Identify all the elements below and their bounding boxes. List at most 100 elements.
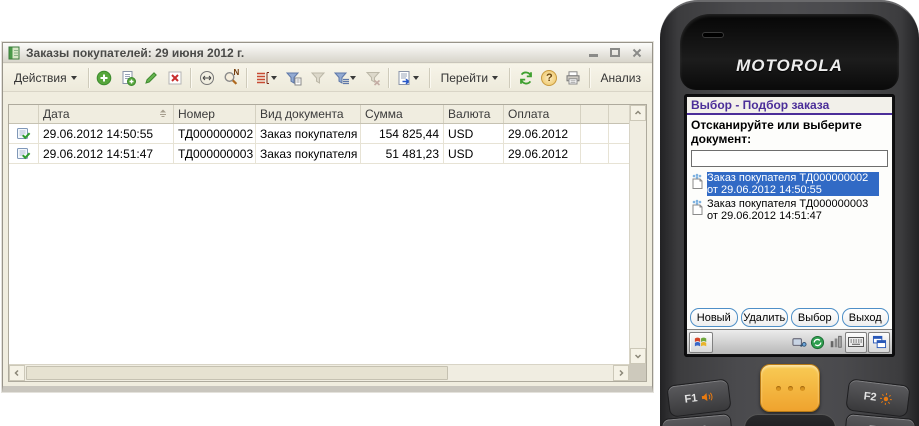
window-titlebar: Заказы покупателей: 29 июня 2012 г. [3, 43, 652, 63]
edit-button[interactable] [140, 67, 161, 89]
select-button[interactable]: Выбор [791, 308, 839, 327]
activesync-icon[interactable] [809, 334, 826, 351]
windows-stack-icon [872, 335, 887, 349]
clear-filter-button-disabled[interactable] [362, 67, 383, 89]
window-title: Заказы покупателей: 29 июня 2012 г. [26, 46, 581, 60]
column-header-payment[interactable]: Оплата [504, 105, 581, 123]
printer-icon [565, 70, 581, 86]
keyboard-icon [848, 336, 864, 348]
toolbar-separator [388, 68, 389, 88]
list-item-order[interactable]: Заказ покупателя ТД000000002 от 29.06.20… [687, 171, 892, 197]
scroll-up-icon[interactable] [630, 105, 646, 121]
delete-button[interactable]: Удалить [741, 308, 789, 327]
column-header-number[interactable]: Номер [174, 105, 256, 123]
table-row[interactable]: 29.06.2012 14:50:55 ТД000000002 Заказ по… [9, 124, 629, 144]
scan-button[interactable] [760, 364, 820, 412]
toolbar-separator [246, 68, 247, 88]
scroll-left-icon[interactable] [9, 365, 25, 381]
toolbar: Действия N [3, 64, 652, 92]
screen-title: Выбор - Подбор заказа [687, 97, 892, 115]
copy-icon [120, 70, 136, 86]
find-by-number-button[interactable]: N [220, 67, 241, 89]
key-action-center[interactable] [744, 414, 836, 426]
set-filter-button[interactable] [284, 67, 305, 89]
column-header-sum[interactable]: Сумма [361, 105, 444, 123]
output-list-icon [397, 70, 413, 86]
delete-button[interactable] [164, 67, 185, 89]
cell-date: 29.06.2012 14:50:55 [39, 124, 174, 143]
sync-status-icon[interactable] [791, 334, 808, 351]
copy-button[interactable] [117, 67, 138, 89]
horizontal-scrollbar[interactable] [9, 364, 629, 381]
device-screen: Выбор - Подбор заказа Отсканируйте или в… [687, 97, 892, 354]
toolbar-separator [88, 68, 89, 88]
minimize-icon[interactable] [586, 47, 600, 59]
scroll-down-icon[interactable] [630, 348, 646, 364]
list-item-text: Заказ покупателя ТД000000003 от 29.06.20… [707, 198, 879, 222]
battery-signal-icon[interactable] [827, 334, 844, 351]
keyboard-button[interactable] [845, 332, 867, 353]
search-n-badge: N [234, 68, 240, 77]
list-item-order[interactable]: Заказ покупателя ТД000000003 от 29.06.20… [687, 197, 892, 223]
analysis-button[interactable]: Анализ [594, 67, 647, 89]
cell-doctype: Заказ покупателя [256, 144, 361, 163]
scan-prompt: Отсканируйте или выберите документ: [687, 115, 892, 147]
cell-currency: USD [444, 144, 504, 163]
column-header-icon[interactable] [9, 105, 39, 123]
device-top-panel: MOTOROLA [680, 14, 899, 90]
scrollbar-thumb[interactable] [26, 366, 448, 380]
sort-indicator-icon [158, 107, 169, 121]
cell-empty [581, 124, 609, 143]
list-item-text: Заказ покупателя ТД000000002 от 29.06.20… [707, 172, 879, 196]
task-switcher-button[interactable] [868, 332, 890, 353]
start-button[interactable] [689, 332, 713, 353]
ordering-button[interactable] [252, 67, 281, 89]
orders-window: Заказы покупателей: 29 июня 2012 г. Дейс… [2, 42, 653, 392]
actions-button[interactable]: Действия [8, 67, 83, 89]
filter-list-icon [334, 70, 350, 86]
filter-clear-disabled-icon [365, 70, 381, 86]
device-screen-bezel: Выбор - Подбор заказа Отсканируйте или в… [684, 94, 895, 357]
column-header-date[interactable]: Дата [39, 105, 174, 123]
column-header-currency[interactable]: Валюта [444, 105, 504, 123]
column-header-doctype[interactable]: Вид документа [256, 105, 361, 123]
table-header-row: Дата Номер Вид документа Сумма Валюта Оп… [9, 105, 629, 124]
mobile-document-icon [689, 173, 705, 189]
restore-list-settings-button[interactable] [196, 67, 217, 89]
cell-payment: 29.06.2012 [504, 124, 581, 143]
add-button[interactable] [94, 67, 115, 89]
exit-button[interactable]: Выход [842, 308, 890, 327]
maximize-icon[interactable] [608, 47, 622, 59]
cell-doctype: Заказ покупателя [256, 124, 361, 143]
cell-sum: 51 481,23 [361, 144, 444, 163]
scan-dot [776, 386, 781, 391]
vertical-scrollbar[interactable] [629, 105, 646, 364]
refresh-button[interactable] [515, 67, 536, 89]
output-list-button[interactable] [394, 67, 423, 89]
filter-by-value-button-disabled[interactable] [307, 67, 328, 89]
new-button[interactable]: Новый [690, 308, 738, 327]
window-client-area: Дата Номер Вид документа Сумма Валюта Оп… [3, 92, 652, 386]
close-icon[interactable] [630, 47, 644, 59]
print-button[interactable] [562, 67, 583, 89]
edit-pencil-icon [143, 70, 159, 86]
filter-list-button[interactable] [331, 67, 360, 89]
table-row[interactable]: 29.06.2012 14:51:47 ТД000000003 Заказ по… [9, 144, 629, 164]
orders-table-frame: Дата Номер Вид документа Сумма Валюта Оп… [8, 104, 647, 382]
help-button[interactable]: ? [539, 67, 560, 89]
ordering-icon [255, 70, 271, 86]
chevron-down-icon [492, 76, 498, 80]
doc-status-cell [9, 124, 39, 143]
cell-empty [581, 144, 609, 163]
filter-disabled-icon [310, 70, 326, 86]
motorola-terminal: MOTOROLA Выбор - Подбор заказа Отсканиру… [660, 0, 919, 426]
scroll-right-icon[interactable] [613, 365, 629, 381]
windows-logo-icon [694, 335, 708, 349]
screen-button-bar: Новый Удалить Выбор Выход [690, 308, 889, 327]
screenshot-stage: Заказы покупателей: 29 июня 2012 г. Дейс… [0, 0, 919, 426]
system-tray [791, 332, 890, 353]
brightness-sun-icon [880, 392, 893, 405]
goto-button[interactable]: Перейти [435, 67, 505, 89]
scan-input[interactable] [691, 150, 888, 167]
restore-arrows-icon [199, 70, 215, 86]
